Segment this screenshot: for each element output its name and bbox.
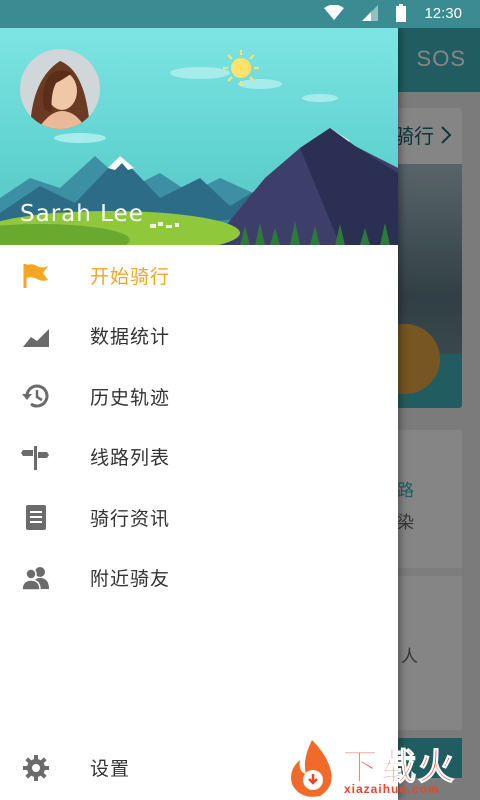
battery-icon	[396, 4, 407, 22]
menu-item-route-list[interactable]: 线路列表	[0, 427, 398, 488]
profile-photo	[20, 49, 100, 129]
history-icon	[21, 381, 51, 411]
gear-icon	[21, 753, 51, 783]
menu-item-label: 开始骑行	[90, 265, 171, 288]
flag-icon	[21, 260, 51, 290]
wifi-icon	[324, 5, 345, 21]
people-icon	[21, 563, 51, 593]
menu-item-statistics[interactable]: 数据统计	[0, 306, 398, 367]
menu-item-label: 历史轨迹	[90, 386, 171, 409]
menu-item-label: 附近骑友	[90, 568, 171, 591]
sun	[223, 50, 259, 86]
watermark-site: xiazaihuo.com	[344, 782, 440, 796]
chart-icon	[21, 321, 51, 351]
signpost-icon	[21, 442, 51, 472]
menu-item-history-track[interactable]: 历史轨迹	[0, 366, 398, 427]
drawer-menu: 开始骑行 数据统计 历史轨迹 线路列表 骑行资讯 附近骑友	[0, 245, 398, 608]
flame-logo-icon	[291, 740, 332, 797]
watermark: 下载火 xiazaihuo.com	[282, 738, 480, 800]
settings-label: 设置	[90, 758, 131, 780]
signal-icon	[362, 5, 379, 21]
document-icon	[21, 502, 51, 532]
status-time: 12:30	[424, 4, 462, 22]
avatar[interactable]	[20, 49, 100, 129]
status-bar: 12:30	[0, 0, 480, 28]
navigation-drawer: Sarah Lee 开始骑行 数据统计 历史轨迹 线路列表 骑行资讯 附近骑友 …	[0, 28, 398, 800]
menu-item-riding-news[interactable]: 骑行资讯	[0, 487, 398, 548]
user-name: Sarah Lee	[20, 201, 144, 227]
drawer-header: Sarah Lee	[0, 28, 398, 245]
menu-item-label: 线路列表	[90, 447, 171, 470]
menu-item-label: 骑行资讯	[90, 507, 171, 530]
menu-item-nearby-riders[interactable]: 附近骑友	[0, 548, 398, 609]
menu-item-start-ride[interactable]: 开始骑行	[0, 245, 398, 306]
menu-item-label: 数据统计	[90, 326, 171, 349]
